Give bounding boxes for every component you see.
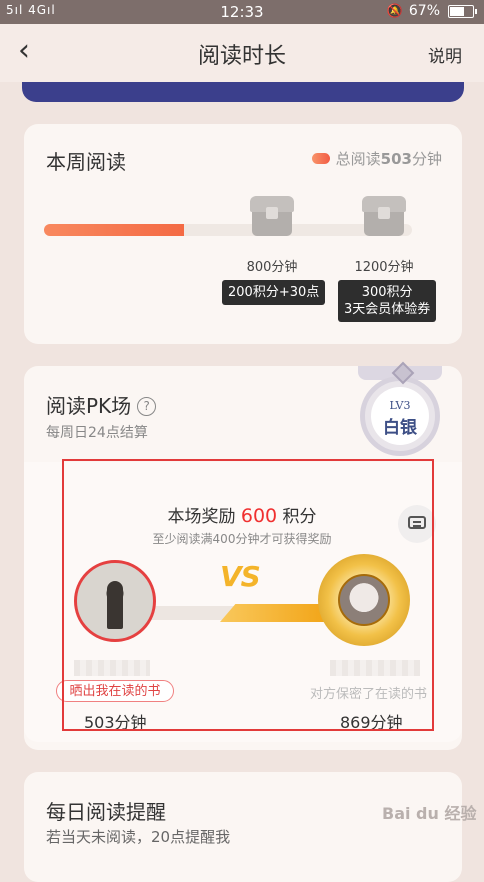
level-badge[interactable]: LV3 白银: [360, 361, 440, 456]
milestone-label: 800分钟: [246, 260, 298, 275]
badge-tier: 白银: [383, 418, 417, 438]
weekly-progress-bar: [44, 224, 412, 236]
battery-icon: [448, 4, 477, 18]
daily-reminder-card[interactable]: 每日阅读提醒 若当天未阅读，20点提醒我: [24, 772, 462, 882]
status-bar: 5ıl 4Gıl 12:33 🔕 67%: [0, 0, 484, 24]
milestone-reward-tag: 200积分+30点: [222, 280, 326, 305]
milestone-label: 1200分钟: [354, 260, 414, 275]
treasure-chest-icon[interactable]: [362, 196, 406, 236]
badge-level: LV3: [389, 399, 411, 412]
top-banner[interactable]: [22, 82, 464, 102]
highlight-box: [62, 459, 434, 731]
card-title: 阅读PK场?: [46, 390, 157, 419]
nav-bar: ‹ 阅读时长 说明: [0, 24, 484, 82]
question-icon[interactable]: ?: [137, 397, 157, 416]
weekly-reading-card: 本周阅读 总阅读 503 分钟 800分钟 1200分钟 200积分+30点 300…: [24, 124, 462, 344]
total-reading: 总阅读 503 分钟: [311, 148, 442, 169]
legend-dot-icon: [311, 153, 330, 164]
help-link[interactable]: 说明: [428, 42, 462, 67]
progress-fill: [44, 224, 184, 236]
card-title: 本周阅读: [46, 150, 126, 174]
reminder-subtitle: 若当天未阅读，20点提醒我: [46, 828, 231, 846]
card-title: 每日阅读提醒: [46, 800, 166, 824]
watermark-logo: Bai du 经验: [382, 804, 477, 823]
bell-muted-icon: 🔕: [386, 3, 403, 19]
pk-subtitle: 每周日24点结算: [46, 425, 148, 441]
battery-percent: 67%: [408, 3, 440, 19]
treasure-chest-icon[interactable]: [250, 196, 294, 236]
milestone-reward-tag: 300积分 3天会员体验券: [338, 280, 437, 322]
page-title: 阅读时长: [197, 44, 286, 69]
